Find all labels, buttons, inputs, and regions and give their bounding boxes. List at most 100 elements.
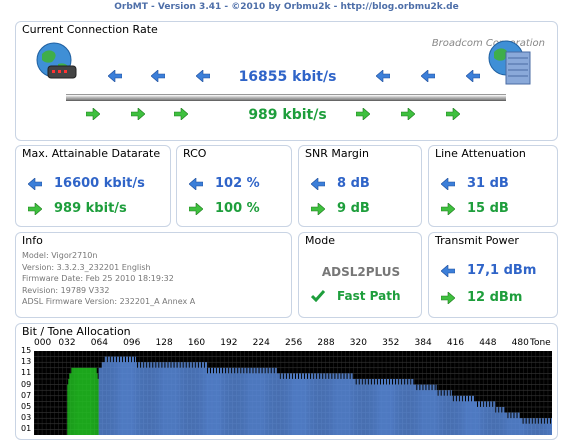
downstream-tone-bar — [359, 379, 361, 435]
downstream-tone-bar — [438, 390, 440, 435]
downstream-tone-bar — [320, 373, 322, 435]
downstream-tone-bar — [316, 379, 318, 435]
bits-tick-label: 07 — [21, 390, 32, 400]
downstream-tone-bar — [521, 418, 523, 435]
upstream-tone-bar — [88, 367, 90, 435]
tone-tick-label: 416 — [446, 338, 465, 348]
downstream-tone-bar — [455, 401, 457, 435]
downstream-tone-bar — [113, 356, 115, 435]
max-datarate-panel: Max. Attainable Datarate 16600 kbit/s 98… — [15, 145, 171, 227]
downstream-tone-bar — [165, 362, 167, 435]
downstream-tone-bar — [378, 379, 380, 435]
downstream-tone-bar — [176, 367, 178, 435]
downstream-tone-bar — [486, 407, 488, 435]
downstream-tone-bar — [484, 401, 486, 435]
downstream-tone-bar — [540, 423, 542, 435]
downstream-tone-bar — [375, 379, 377, 435]
mode-panel: Mode ADSL2PLUS Fast Path — [298, 232, 422, 318]
downstream-tone-bar — [389, 384, 390, 435]
downstream-tone-bar — [318, 373, 320, 435]
downstream-tone-bar — [537, 423, 539, 435]
downstream-tone-bar — [257, 367, 259, 435]
downstream-tone-bar — [397, 379, 399, 435]
downstream-tone-bar — [406, 379, 408, 435]
downstream-tone-bar — [342, 373, 344, 435]
downstream-tone-bar — [122, 362, 123, 435]
downstream-tone-bar — [202, 362, 204, 435]
downstream-tone-bar — [295, 379, 296, 435]
connection-rate-panel: Current Connection Rate Broadcom Corpora… — [15, 21, 558, 141]
downstream-tone-bar — [275, 367, 277, 435]
downstream-tone-bar — [274, 367, 276, 435]
downstream-tone-bar — [469, 395, 470, 435]
downstream-tone-bar — [501, 412, 503, 435]
downstream-tone-bar — [416, 390, 418, 435]
downstream-tone-bar — [516, 418, 518, 435]
downstream-tone-bar — [503, 407, 505, 435]
downstream-tone-bar — [334, 379, 336, 435]
downstream-tone-bar — [288, 379, 290, 435]
info-title: Info — [22, 234, 43, 247]
downstream-tone-bar — [264, 373, 266, 435]
downstream-tone-bar — [265, 367, 267, 435]
downstream-tone-bar — [491, 401, 493, 435]
downstream-tone-bar — [450, 390, 452, 435]
downstream-tone-bar — [472, 395, 473, 435]
downstream-tone-bar — [348, 373, 350, 435]
downstream-tone-bar — [409, 379, 411, 435]
downstream-tone-bar — [298, 379, 299, 435]
info-version: Version: 3.3.2.3_232201 English — [22, 262, 151, 272]
downstream-tone-bar — [338, 373, 340, 435]
download-arrow-icon — [189, 177, 203, 190]
downstream-tone-bar — [324, 373, 326, 435]
downstream-tone-bar — [262, 367, 264, 435]
downstream-tone-bar — [250, 367, 252, 435]
upstream-tone-bar — [96, 373, 98, 435]
downstream-tone-bar — [134, 362, 136, 435]
downstream-tone-bar — [116, 356, 118, 435]
downstream-tone-bar — [478, 401, 480, 435]
downstream-tone-bar — [314, 373, 316, 435]
download-arrow-icon — [441, 177, 455, 190]
downstream-tone-bar — [252, 373, 254, 435]
downstream-tone-bar — [159, 362, 161, 435]
downstream-tone-bar — [512, 412, 514, 435]
downstream-tone-bar — [311, 373, 313, 435]
downstream-tone-bar — [329, 373, 331, 435]
downstream-tone-bar — [240, 373, 242, 435]
downstream-tone-bar — [220, 367, 222, 435]
downstream-tone-bar — [235, 367, 237, 435]
downstream-tone-bar — [542, 418, 544, 435]
downstream-tone-bar — [382, 379, 383, 435]
downstream-tone-bar — [425, 390, 427, 435]
checkmark-icon — [311, 290, 325, 302]
downstream-tone-bar — [337, 379, 339, 435]
downstream-tone-bar — [385, 379, 386, 435]
downstream-tone-bar — [508, 412, 510, 435]
max-datarate-title: Max. Attainable Datarate — [22, 147, 161, 160]
downstream-tone-bar — [109, 362, 111, 435]
bits-tick-label: 13 — [21, 357, 32, 367]
transmit-power-title: Transmit Power — [435, 234, 519, 247]
downstream-tone-bar — [209, 367, 210, 435]
downstream-tone-bar — [400, 379, 402, 435]
downstream-tone-bar — [291, 379, 293, 435]
downstream-tone-bar — [528, 423, 530, 435]
tone-tick-label: Tone — [530, 338, 551, 348]
upstream-tone-bar — [71, 367, 73, 435]
downstream-tone-bar — [532, 418, 534, 435]
downstream-tone-bar — [219, 373, 221, 435]
downstream-tone-bar — [461, 401, 463, 435]
downstream-tone-bar — [290, 373, 292, 435]
downstream-tone-bar — [352, 379, 354, 435]
bits-tick-label: 03 — [21, 413, 32, 423]
downstream-tone-bar — [340, 379, 342, 435]
downstream-tone-bar — [347, 373, 349, 435]
downstream-tone-bar — [374, 379, 376, 435]
downstream-tone-bar — [142, 362, 144, 435]
downstream-tone-bar — [293, 373, 294, 435]
downstream-tone-bar — [201, 362, 203, 435]
downstream-tone-bar — [239, 367, 241, 435]
downstream-tone-bar — [524, 418, 526, 435]
downstream-tone-bar — [439, 390, 441, 435]
